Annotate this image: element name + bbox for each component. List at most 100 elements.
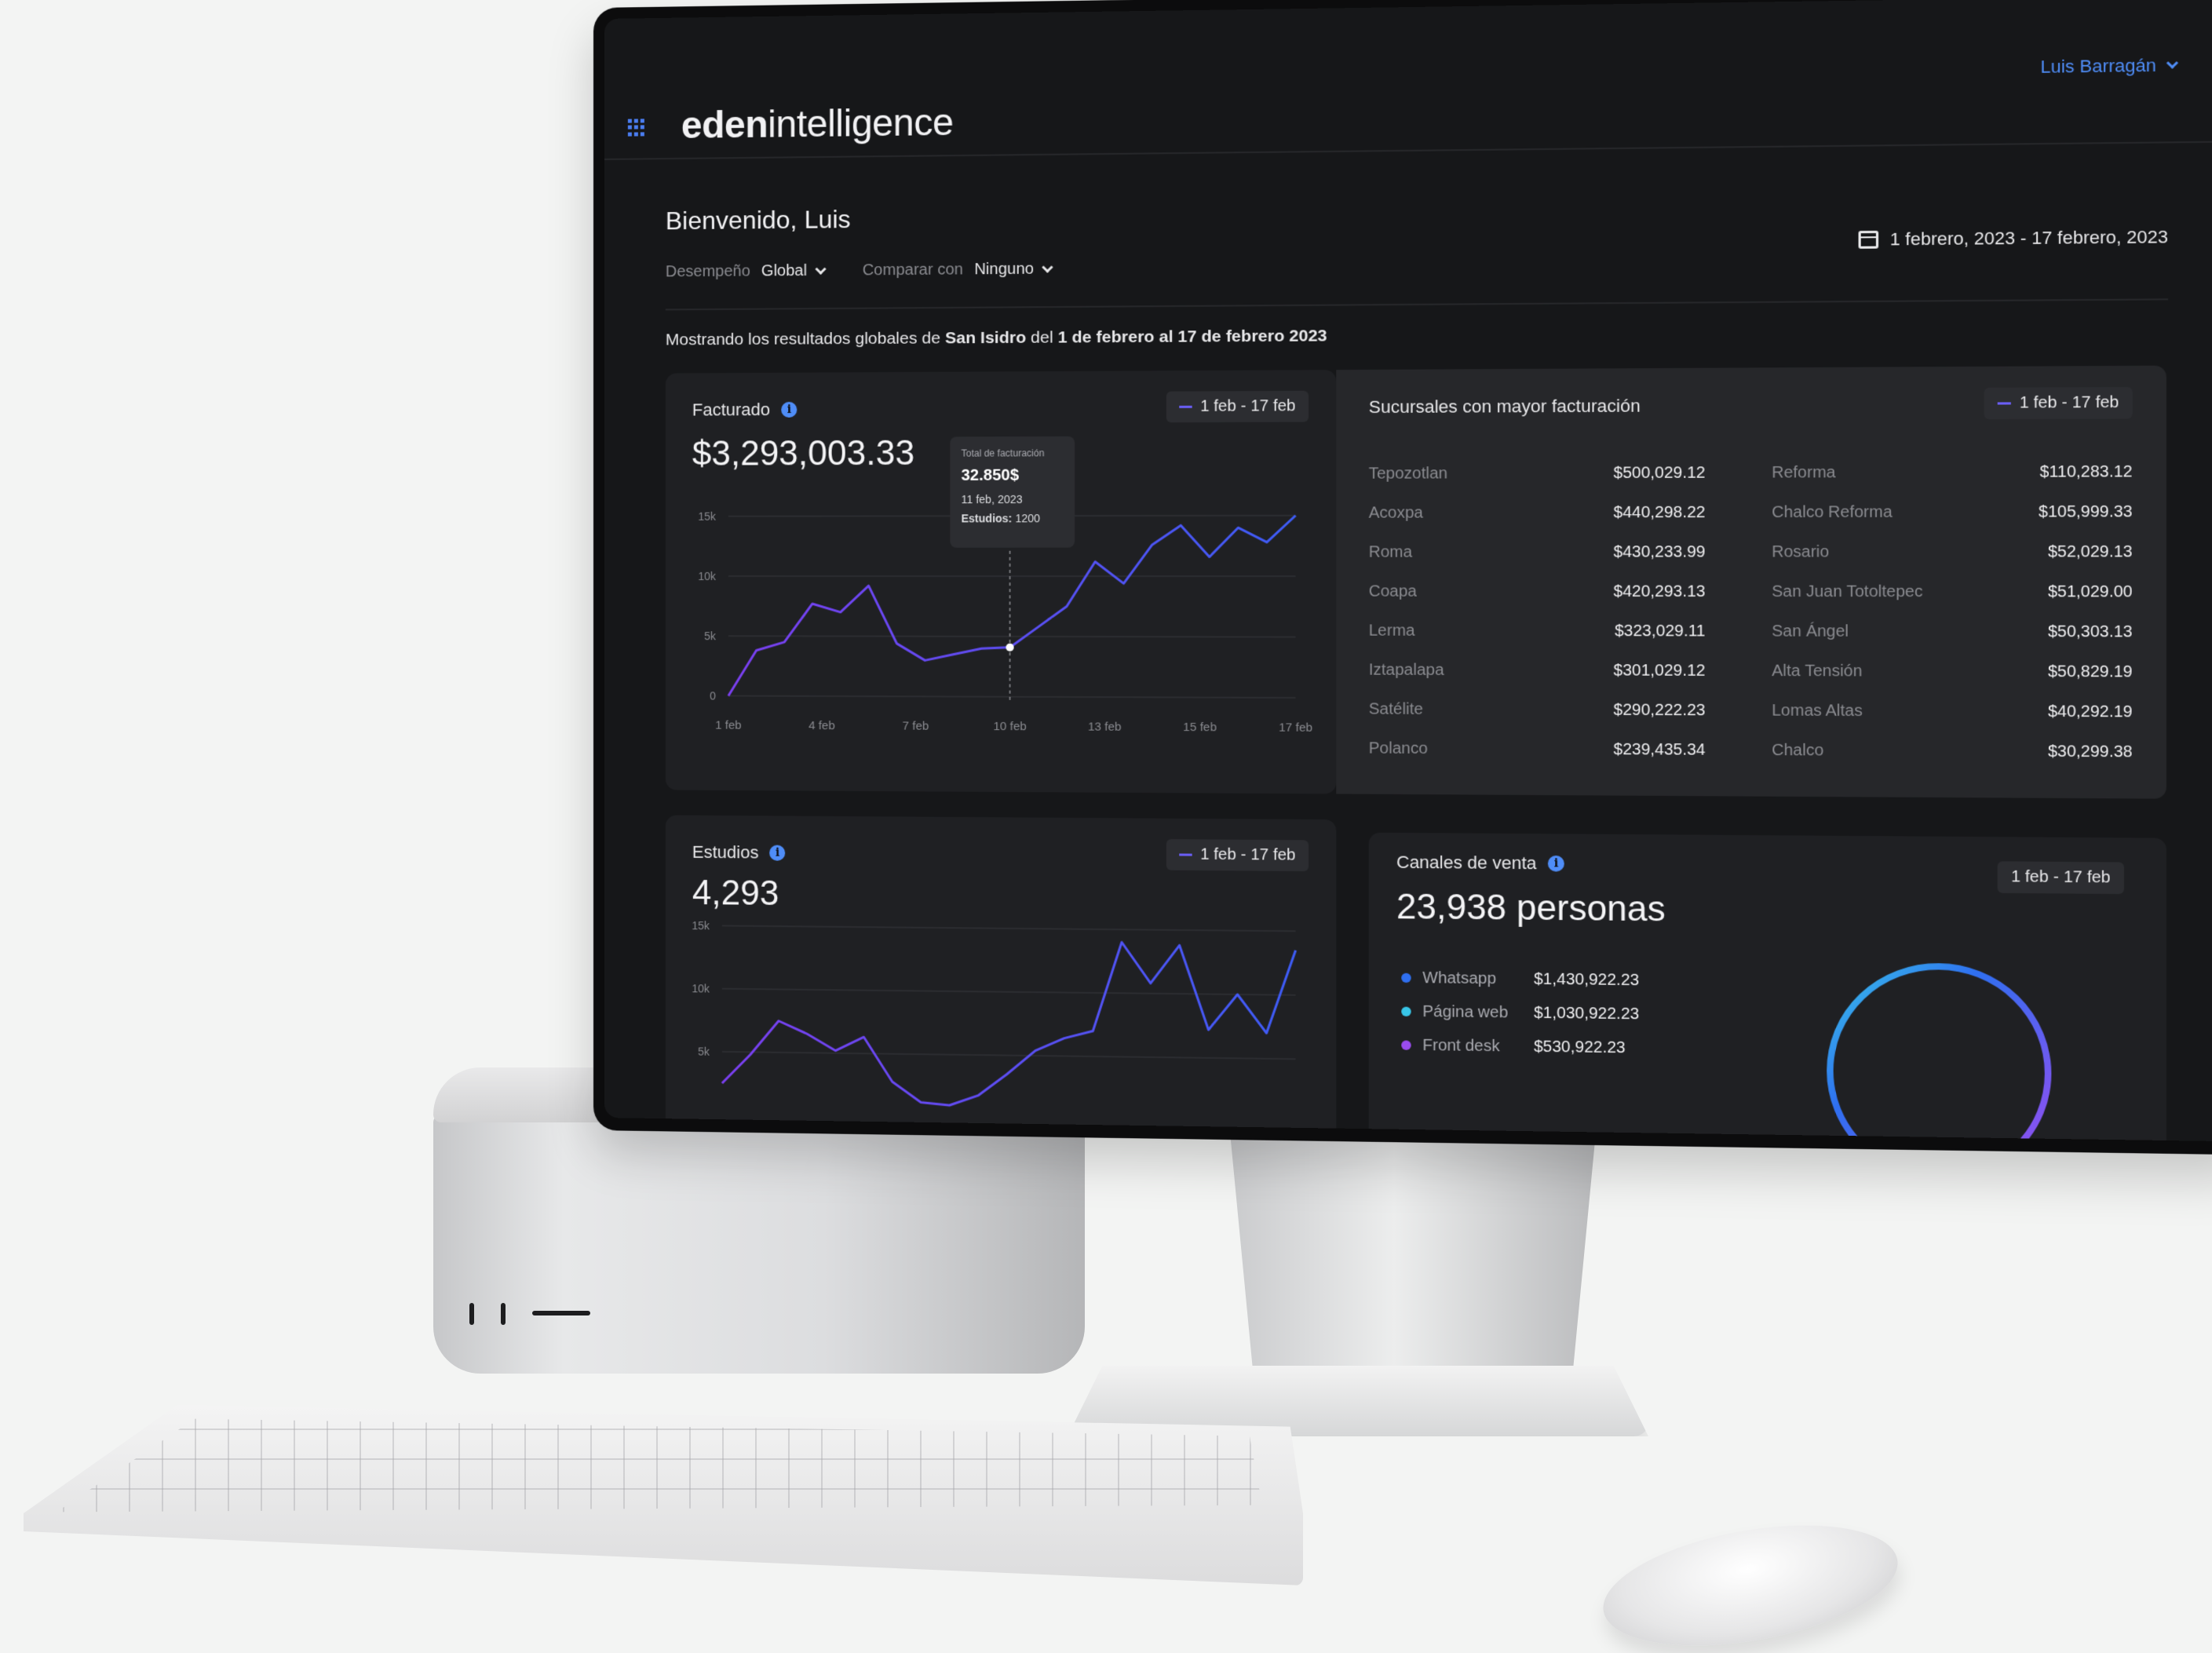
branch-name: Lomas Altas bbox=[1772, 702, 1863, 721]
branch-name: Roma bbox=[1368, 543, 1413, 561]
y-tick-label: 15k bbox=[698, 510, 716, 523]
list-item: Coapa $420,293.13 bbox=[1369, 572, 1706, 611]
y-tick-label: 10k bbox=[692, 982, 710, 994]
channels-title: Canales de venta i bbox=[1396, 852, 1565, 874]
y-tick-label: 5k bbox=[704, 629, 716, 642]
legend-line-icon bbox=[1997, 402, 2012, 405]
branch-value: $52,029.13 bbox=[2047, 542, 2133, 561]
billing-line-chart[interactable]: 0 5k 10k 15k 1 feb 4 feb 7 feb 10 feb 13 feb 15 f… bbox=[666, 370, 1336, 794]
apps-grid-icon[interactable] bbox=[627, 119, 645, 137]
channels-range-pill[interactable]: 1 feb - 17 feb bbox=[1997, 861, 2124, 895]
compare-filter[interactable]: Comparar con Ninguno bbox=[862, 260, 1053, 279]
list-item: Lerma $323,029.11 bbox=[1369, 611, 1706, 651]
donut-ring bbox=[1830, 965, 2048, 1141]
compare-select[interactable]: Ninguno bbox=[974, 260, 1053, 279]
tooltip-studies-value: 1200 bbox=[1015, 512, 1041, 525]
filters-bar: Desempeño Global Comparar con Ninguno bbox=[665, 260, 1053, 282]
tooltip-amount: 32.850$ bbox=[961, 466, 1020, 484]
compare-label: Comparar con bbox=[862, 261, 963, 279]
branch-value: $430,233.99 bbox=[1613, 543, 1706, 561]
branch-name: Acoxpa bbox=[1368, 504, 1423, 522]
calendar-icon bbox=[1858, 230, 1878, 249]
chevron-down-icon bbox=[2166, 57, 2179, 69]
channels-legend: Whatsapp $1,430,922.23 Página web $1,030… bbox=[1401, 961, 1697, 1066]
branches-list-left: Tepozotlan $500,029.12 Acoxpa $440,298.22 … bbox=[1369, 454, 1706, 770]
summary-prefix: Mostrando los resultados globales de bbox=[665, 329, 945, 349]
branches-range-text: 1 feb - 17 feb bbox=[2019, 393, 2119, 412]
branch-value: $110,283.12 bbox=[2039, 462, 2133, 481]
divider bbox=[665, 298, 2169, 311]
gridline bbox=[728, 636, 1296, 637]
branch-value: $239,435.34 bbox=[1613, 740, 1706, 759]
list-item: San Ángel $50,303.13 bbox=[1772, 612, 2133, 653]
y-tick-label: 0 bbox=[710, 689, 716, 702]
branch-name: Rosario bbox=[1772, 542, 1830, 561]
y-tick-label: 10k bbox=[698, 570, 716, 582]
branch-value: $420,293.13 bbox=[1613, 582, 1706, 601]
sd-card-slot bbox=[532, 1311, 590, 1315]
brand-light: intelligence bbox=[768, 101, 954, 146]
tooltip-studies-label: Estudios: bbox=[961, 512, 1013, 525]
branches-range-pill[interactable]: 1 feb - 17 feb bbox=[1984, 386, 2133, 420]
tooltip-heading: Total de facturación bbox=[961, 447, 1045, 459]
summary-branch: San Isidro bbox=[944, 328, 1027, 348]
performance-filter[interactable]: Desempeño Global bbox=[665, 262, 827, 282]
branch-name: San Ángel bbox=[1772, 622, 1849, 640]
x-tick-label: 10 feb bbox=[993, 720, 1026, 733]
channel-name: Front desk bbox=[1422, 1036, 1500, 1055]
list-item: Tepozotlan $500,029.12 bbox=[1369, 454, 1706, 494]
brand-logo: edenintelligence bbox=[681, 101, 954, 148]
channel-row-front-desk: Front desk $530,922.23 bbox=[1401, 1028, 1697, 1066]
studies-card: Estudios i 4,293 1 feb - 17 feb 5k 10k 15k bbox=[665, 815, 1337, 1142]
performance-label: Desempeño bbox=[665, 262, 750, 281]
channels-total: 23,938 personas bbox=[1396, 887, 1666, 929]
data-point bbox=[1006, 643, 1014, 651]
info-icon[interactable]: i bbox=[1548, 855, 1565, 872]
branch-value: $290,222.23 bbox=[1613, 701, 1706, 720]
user-menu[interactable]: Luis Barragán bbox=[2040, 55, 2179, 78]
list-item: Satélite $290,222.23 bbox=[1369, 690, 1706, 731]
list-item: Chalco $30,299.38 bbox=[1772, 731, 2133, 772]
list-item: Polanco $239,435.34 bbox=[1369, 729, 1706, 770]
branch-name: Coapa bbox=[1368, 582, 1417, 600]
date-range-picker[interactable]: 1 febrero, 2023 - 17 febrero, 2023 bbox=[1858, 227, 2168, 250]
list-item: Chalco Reforma $105,999.33 bbox=[1772, 492, 2133, 532]
branches-card: Sucursales con mayor facturación 1 feb -… bbox=[1336, 365, 2166, 799]
chevron-down-icon bbox=[815, 263, 827, 275]
dashboard-screen: edenintelligence Luis Barragán Bienvenid… bbox=[604, 0, 2212, 1142]
branch-name: Chalco bbox=[1772, 741, 1824, 760]
channels-donut-chart[interactable] bbox=[1805, 949, 2074, 1141]
series-line bbox=[722, 938, 1296, 1110]
gridline bbox=[728, 696, 1296, 698]
list-item: Rosario $52,029.13 bbox=[1772, 532, 2133, 572]
summary-middle: del bbox=[1026, 328, 1058, 347]
studies-line-chart[interactable]: 5k 10k 15k bbox=[666, 816, 1336, 1142]
branch-value: $30,299.38 bbox=[2047, 743, 2133, 761]
mac-studio-front bbox=[433, 1115, 1085, 1374]
branch-value: $40,292.19 bbox=[2047, 702, 2133, 721]
branches-list-right: Reforma $110,283.12 Chalco Reforma $105,99… bbox=[1772, 452, 2133, 772]
branch-value: $323,029.11 bbox=[1615, 622, 1706, 640]
channels-title-text: Canales de venta bbox=[1396, 852, 1537, 874]
performance-select[interactable]: Global bbox=[761, 262, 827, 281]
tooltip-date: 11 feb, 2023 bbox=[961, 492, 1023, 506]
branch-name: Reforma bbox=[1772, 463, 1836, 482]
branch-name: Chalco Reforma bbox=[1772, 503, 1893, 522]
user-name: Luis Barragán bbox=[2040, 55, 2156, 78]
y-tick-label: 15k bbox=[692, 919, 710, 932]
billing-card: Facturado i $3,293,003.33 1 feb - 17 feb… bbox=[665, 370, 1337, 794]
x-tick-label: 7 feb bbox=[903, 719, 929, 732]
channel-name: Página web bbox=[1422, 1002, 1509, 1022]
tooltip-studies: Estudios: 1200 bbox=[962, 512, 1064, 524]
x-tick-label: 17 feb bbox=[1279, 721, 1312, 735]
branch-name: Alta Tensión bbox=[1772, 662, 1863, 681]
x-tick-label: 4 feb bbox=[809, 719, 835, 732]
x-tick-label: 15 feb bbox=[1183, 721, 1217, 734]
branch-value: $105,999.33 bbox=[2039, 502, 2133, 521]
list-item: Alta Tensión $50,829.19 bbox=[1772, 651, 2133, 692]
branch-value: $51,029.00 bbox=[2047, 582, 2133, 601]
branch-value: $50,303.13 bbox=[2047, 622, 2133, 641]
branch-name: Lerma bbox=[1368, 622, 1415, 640]
channel-row-web: Página web $1,030,922.23 bbox=[1401, 994, 1697, 1031]
branch-name: Tepozotlan bbox=[1368, 465, 1448, 483]
